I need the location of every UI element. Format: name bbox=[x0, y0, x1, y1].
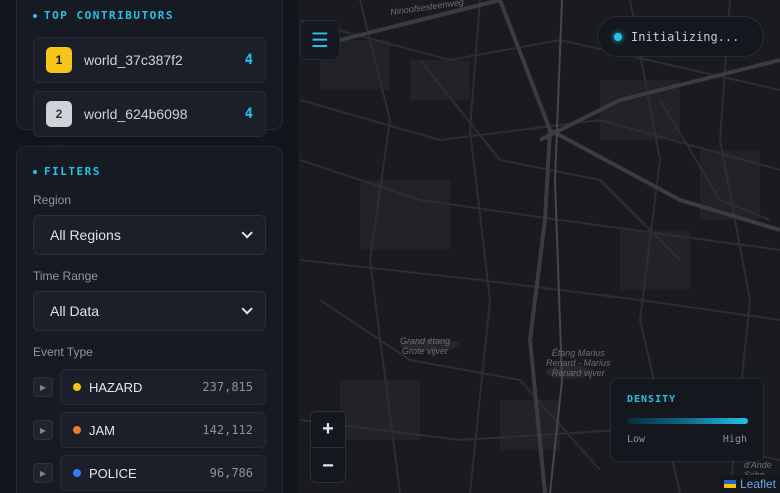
zoom-control: + − bbox=[310, 411, 346, 483]
status-indicator: Initializing... bbox=[597, 16, 764, 57]
expand-arrow-icon[interactable]: ▶ bbox=[33, 420, 53, 440]
expand-arrow-icon[interactable]: ▶ bbox=[33, 463, 53, 483]
bullet-icon bbox=[33, 13, 37, 18]
filters-panel: FILTERS Region All Regions Time Range Al… bbox=[16, 146, 283, 493]
hazard-color-dot bbox=[73, 383, 81, 391]
bullet-icon bbox=[33, 169, 37, 174]
event-toggle-hazard[interactable]: HAZARD 237,815 bbox=[60, 369, 266, 405]
top-contributors-panel: TOP CONTRIBUTORS 1 world_37c387f2 4 2 wo… bbox=[16, 0, 283, 137]
event-toggle-jam[interactable]: JAM 142,112 bbox=[60, 412, 266, 448]
contributor-count: 4 bbox=[244, 52, 253, 68]
region-select[interactable]: All Regions bbox=[33, 215, 266, 255]
contributor-row-1[interactable]: 1 world_37c387f2 4 bbox=[33, 37, 266, 83]
police-color-dot bbox=[73, 469, 81, 477]
top-contributors-title: TOP CONTRIBUTORS bbox=[33, 9, 174, 22]
event-row-police: ▶ POLICE 96,786 bbox=[33, 455, 266, 491]
contributor-name: world_37c387f2 bbox=[84, 52, 183, 68]
hamburger-menu-icon: ☰ bbox=[311, 29, 329, 52]
contributor-row-2[interactable]: 2 world_624b6098 4 bbox=[33, 91, 266, 137]
event-row-hazard: ▶ HAZARD 237,815 bbox=[33, 369, 266, 405]
contributor-count: 4 bbox=[244, 106, 253, 122]
pond-label-grand-etang: Grand étang Grote vijver bbox=[400, 336, 451, 356]
expand-arrow-icon[interactable]: ▶ bbox=[33, 377, 53, 397]
event-type-label: Event Type bbox=[33, 345, 93, 359]
jam-color-dot bbox=[73, 426, 81, 434]
legend-low-label: Low bbox=[627, 434, 646, 445]
ukraine-flag-icon bbox=[723, 480, 736, 488]
zoom-in-button[interactable]: + bbox=[311, 412, 345, 448]
rank-badge-silver: 2 bbox=[46, 101, 72, 127]
legend-title: DENSITY bbox=[627, 394, 677, 405]
map-attribution[interactable]: Leaflet bbox=[720, 475, 780, 493]
contributor-name: world_624b6098 bbox=[84, 106, 188, 122]
legend-high-label: High bbox=[722, 434, 747, 445]
filters-title: FILTERS bbox=[33, 165, 101, 178]
chevron-down-icon bbox=[241, 227, 253, 239]
menu-toggle-button[interactable]: ☰ bbox=[300, 20, 340, 60]
density-legend: DENSITY Low High bbox=[610, 378, 764, 462]
time-range-label: Time Range bbox=[33, 269, 98, 283]
time-range-select[interactable]: All Data bbox=[33, 291, 266, 331]
event-row-jam: ▶ JAM 142,112 bbox=[33, 412, 266, 448]
zoom-out-button[interactable]: − bbox=[311, 448, 345, 482]
pond-label-marius-renard: Étang Marius Renard - Marius Renard vijv… bbox=[546, 348, 611, 378]
event-toggle-police[interactable]: POLICE 96,786 bbox=[60, 455, 266, 491]
region-label: Region bbox=[33, 193, 72, 207]
rank-badge-gold: 1 bbox=[46, 47, 72, 73]
status-dot-icon bbox=[614, 32, 622, 41]
chevron-down-icon bbox=[241, 303, 253, 315]
status-text: Initializing... bbox=[631, 29, 740, 44]
density-gradient-bar bbox=[627, 418, 748, 424]
sidebar: TOP CONTRIBUTORS 1 world_37c387f2 4 2 wo… bbox=[0, 0, 300, 493]
